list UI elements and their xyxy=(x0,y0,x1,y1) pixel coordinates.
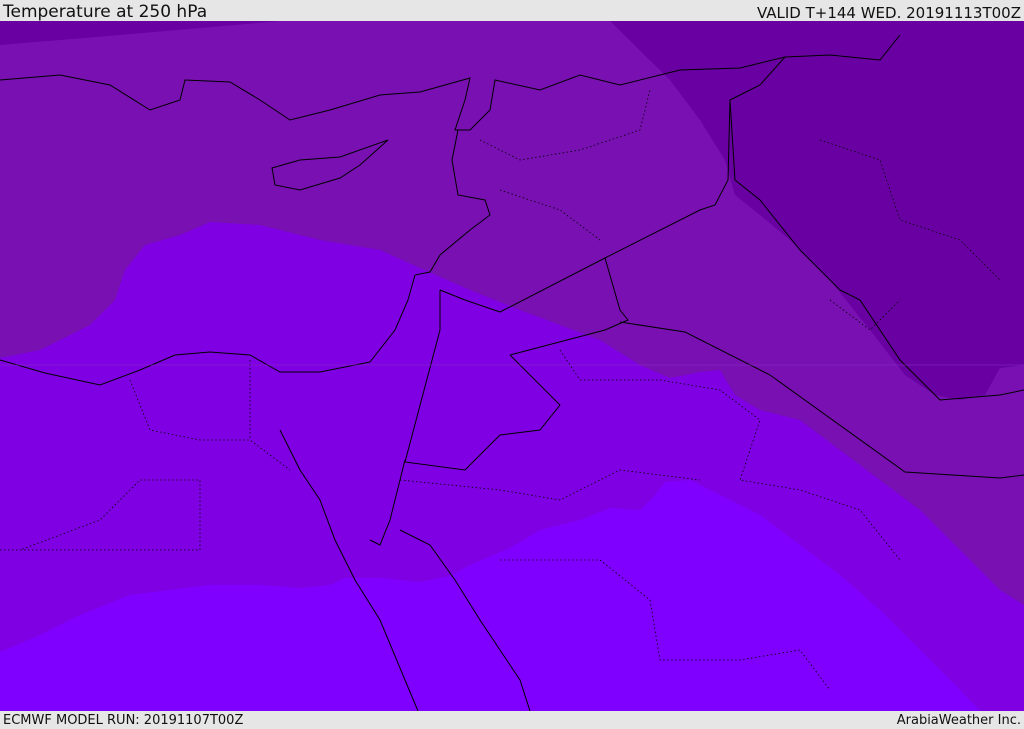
credit-text: ArabiaWeather Inc. xyxy=(896,713,1021,728)
valid-time: VALID T+144 WED. 20191113T00Z xyxy=(756,4,1021,22)
header-bar: Temperature at 250 hPa VALID T+144 WED. … xyxy=(0,0,1024,21)
map-title: Temperature at 250 hPa xyxy=(3,2,208,22)
temperature-map xyxy=(0,21,1024,711)
model-run: ECMWF MODEL RUN: 20191107T00Z xyxy=(3,713,244,728)
footer-bar: ECMWF MODEL RUN: 20191107T00Z ArabiaWeat… xyxy=(0,711,1024,729)
